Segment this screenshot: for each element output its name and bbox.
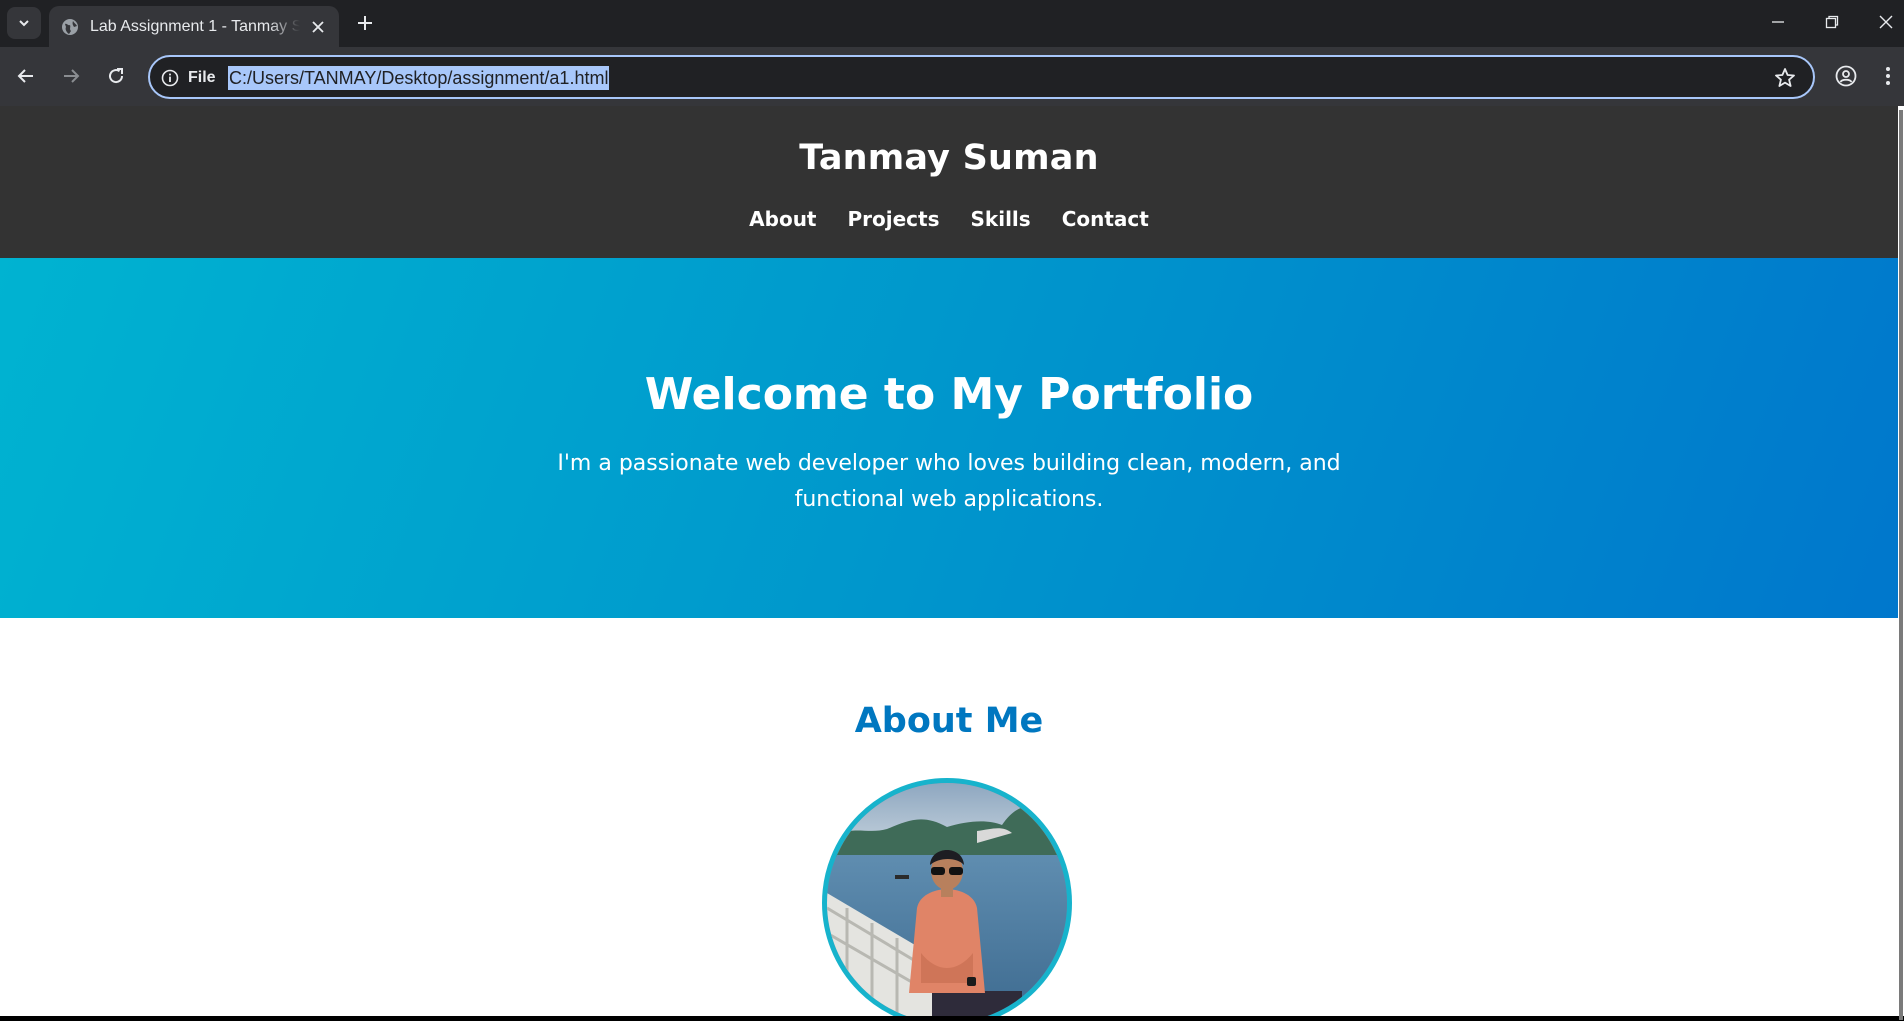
address-bar[interactable]: File C:/Users/TANMAY/Desktop/assignment/… — [148, 55, 1815, 99]
nav-link-contact[interactable]: Contact — [1062, 207, 1149, 231]
page-scrollbar[interactable] — [1898, 106, 1904, 1020]
new-tab-button[interactable] — [352, 10, 378, 36]
globe-icon — [61, 18, 79, 36]
reload-button[interactable] — [100, 60, 132, 92]
tab-strip: Lab Assignment 1 - Tanmay Suman — [0, 0, 1904, 47]
back-arrow-icon — [17, 69, 33, 83]
profile-icon — [1835, 65, 1857, 87]
url-text[interactable]: C:/Users/TANMAY/Desktop/assignment/a1.ht… — [228, 66, 610, 90]
star-icon[interactable] — [1773, 66, 1797, 90]
close-icon[interactable] — [309, 18, 327, 36]
tab-title: Lab Assignment 1 - Tanmay Suman — [90, 17, 300, 35]
site-title: Tanmay Suman — [799, 138, 1099, 178]
hero-section: Welcome to My Portfolio I'm a passionate… — [0, 258, 1898, 618]
tab-search-button[interactable] — [7, 7, 41, 39]
nav-link-skills[interactable]: Skills — [971, 207, 1031, 231]
more-menu-button[interactable] — [1876, 60, 1900, 92]
minimize-button[interactable] — [1758, 8, 1798, 36]
forward-button[interactable] — [55, 60, 87, 92]
minimize-icon — [1772, 21, 1784, 23]
hero-text: I'm a passionate web developer who loves… — [557, 451, 1341, 512]
tab-search-icon — [19, 20, 29, 27]
about-title: About Me — [854, 701, 1044, 741]
forward-arrow-icon — [64, 69, 80, 83]
plus-icon — [358, 16, 372, 30]
restore-icon — [1825, 15, 1839, 29]
restore-button[interactable] — [1812, 8, 1852, 36]
more-vert-icon — [1886, 67, 1890, 85]
scrollbar-thumb[interactable] — [1899, 110, 1903, 1020]
browser-toolbar: File C:/Users/TANMAY/Desktop/assignment/… — [0, 47, 1904, 106]
close-icon — [1879, 15, 1893, 29]
info-icon — [161, 69, 179, 87]
site-header: Tanmay Suman About Projects Skills Conta… — [0, 106, 1898, 258]
site-info-label: File — [188, 69, 216, 86]
nav-link-projects[interactable]: Projects — [848, 207, 940, 231]
page-viewport: Tanmay Suman About Projects Skills Conta… — [0, 106, 1898, 1016]
site-info-chip[interactable]: File — [161, 66, 216, 90]
nav-link-about[interactable]: About — [749, 207, 816, 231]
profile-button[interactable] — [1830, 60, 1862, 92]
site-nav: About Projects Skills Contact — [0, 207, 1898, 231]
hero-title: Welcome to My Portfolio — [644, 369, 1254, 420]
close-window-button[interactable] — [1866, 8, 1904, 36]
reload-icon — [109, 68, 124, 84]
browser-tab-active[interactable]: Lab Assignment 1 - Tanmay Suman — [49, 6, 339, 47]
profile-photo — [822, 778, 1072, 1016]
back-button[interactable] — [10, 60, 42, 92]
about-section: About Me — [0, 618, 1898, 1016]
